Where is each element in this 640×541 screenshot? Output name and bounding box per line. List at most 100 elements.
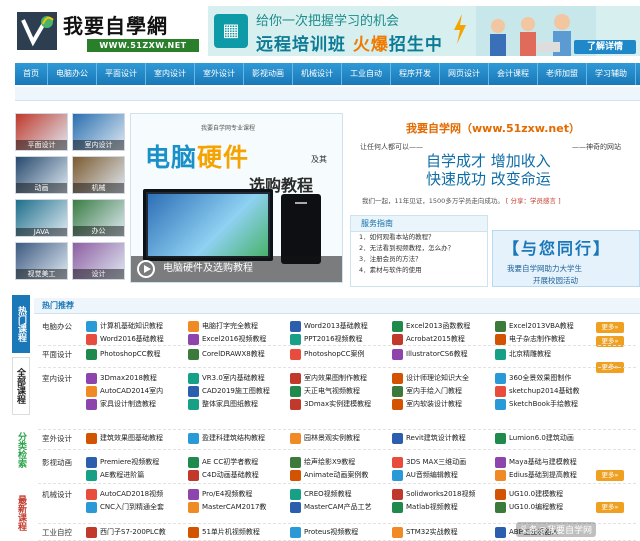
course-link[interactable]: 天正电气视频教程: [290, 385, 360, 397]
course-link[interactable]: 盈建科建筑结构教程: [188, 432, 265, 444]
course-link[interactable]: VR3.0室内基础教程: [188, 372, 265, 384]
course-link[interactable]: CNC入门到精通全套: [86, 501, 164, 513]
category-thumbnail[interactable]: 视觉美工: [15, 242, 68, 280]
course-link[interactable]: 计算机基础知识教程: [86, 320, 163, 332]
course-link[interactable]: 室内软装设计教程: [392, 398, 462, 410]
course-link[interactable]: Revit建筑设计教程: [392, 432, 466, 444]
course-link[interactable]: AE教程进阶篇: [86, 469, 144, 481]
course-link[interactable]: 绘声绘影X9教程: [290, 456, 355, 468]
service-item[interactable]: 3．注册会员的方法？: [351, 254, 487, 265]
category-thumbnail[interactable]: 平面设计: [15, 113, 68, 151]
service-item[interactable]: 2．无法看到视频教程，怎么办？: [351, 243, 487, 254]
course-link[interactable]: AU音频编辑教程: [392, 469, 458, 481]
course-link[interactable]: Solidworks2018视频: [392, 488, 475, 500]
nav-item[interactable]: 程序开发: [391, 63, 440, 85]
play-icon[interactable]: [137, 260, 155, 278]
course-link[interactable]: 室内效果图制作教程: [290, 372, 367, 384]
nav-item[interactable]: 影视动画: [244, 63, 293, 85]
course-link[interactable]: Word2016基础教程: [86, 333, 164, 345]
course-link[interactable]: Word2013基础教程: [290, 320, 368, 332]
course-link[interactable]: IllustratorCS6教程: [392, 348, 468, 360]
category-name[interactable]: 机械设计: [42, 489, 72, 500]
category-name[interactable]: 电脑办公: [42, 321, 72, 332]
course-link[interactable]: 电脑打字完全教程: [188, 320, 258, 332]
more-button[interactable]: 更多»: [596, 502, 624, 513]
course-link[interactable]: Maya基础与建模教程: [495, 456, 577, 468]
course-link[interactable]: 设计师理论知识大全: [392, 372, 469, 384]
site-logo[interactable]: 我要自學網 WWW.51ZXW.NET: [15, 8, 199, 54]
course-link[interactable]: 园林景观实例教程: [290, 432, 360, 444]
category-thumbnail[interactable]: 机械: [72, 156, 125, 194]
course-link[interactable]: Edius基础到提高教程: [495, 469, 577, 481]
course-link[interactable]: Acrobat2015教程: [392, 333, 465, 345]
nav-item[interactable]: 机械设计: [293, 63, 342, 85]
nav-item[interactable]: 工业自动: [342, 63, 391, 85]
course-link[interactable]: 3DS MAX三维动画: [392, 456, 466, 468]
nav-item[interactable]: 首页: [15, 63, 48, 85]
category-thumbnail[interactable]: 室内设计: [72, 113, 125, 151]
course-link[interactable]: Excel2013函数教程: [392, 320, 470, 332]
course-link[interactable]: Excel2016视频教程: [188, 333, 266, 345]
course-link[interactable]: AutoCAD2018视频: [86, 488, 163, 500]
course-link[interactable]: Excel2013VBA教程: [495, 320, 574, 332]
course-link[interactable]: UG10.0编程教程: [495, 501, 563, 513]
category-thumbnail[interactable]: JAVA: [15, 199, 68, 237]
course-link[interactable]: 电子杂志制作教程: [495, 333, 565, 345]
course-link[interactable]: 360全景效果图制作: [495, 372, 571, 384]
category-name[interactable]: 室外设计: [42, 433, 72, 444]
more-button[interactable]: 更多»: [596, 322, 624, 333]
tab-new-courses[interactable]: 最新课程: [12, 485, 30, 541]
course-link[interactable]: MasterCAM2017教: [188, 501, 266, 513]
course-link[interactable]: MasterCAM产品工艺: [290, 501, 372, 513]
course-link[interactable]: STM32实战教程: [392, 526, 458, 538]
training-banner[interactable]: ▦ 给你一次把握学习的机会 远程培训班 火爆招生中 了解详情: [208, 6, 640, 56]
nav-item[interactable]: 会计课程: [489, 63, 538, 85]
service-item[interactable]: 4．素材与软件的使用: [351, 265, 487, 276]
course-link[interactable]: Pro/E4视频教程: [188, 488, 252, 500]
course-link[interactable]: PPT2016视频教程: [290, 333, 363, 345]
category-name[interactable]: 平面设计: [42, 349, 72, 360]
course-link[interactable]: AE CC初学者教程: [188, 456, 258, 468]
course-link[interactable]: AutoCAD2014室内: [86, 385, 163, 397]
campus-activity-banner[interactable]: 【与您同行】 我要自学网助力大学生 开展校园活动: [492, 230, 640, 287]
course-link[interactable]: CorelDRAWX8教程: [188, 348, 265, 360]
category-name[interactable]: 影视动画: [42, 457, 72, 468]
more-button[interactable]: 更多»: [596, 470, 624, 481]
course-link[interactable]: 北京精雕教程: [495, 348, 551, 360]
course-link[interactable]: UG10.0建模教程: [495, 488, 563, 500]
course-link[interactable]: Matlab视频教程: [392, 501, 458, 513]
course-link[interactable]: CAD2019施工图教程: [188, 385, 270, 397]
testimonials-link[interactable]: [ 分享：学员感言 ]: [506, 197, 561, 205]
course-link[interactable]: SketchBook手绘教程: [495, 398, 578, 410]
course-link[interactable]: sketchup2014基础教: [495, 385, 579, 397]
course-link[interactable]: 51单片机视频教程: [188, 526, 260, 538]
category-thumbnail[interactable]: 动画: [15, 156, 68, 194]
course-link[interactable]: 整体家具图纸教程: [188, 398, 258, 410]
course-link[interactable]: 建筑效果图基础教程: [86, 432, 163, 444]
course-link[interactable]: Animate动画案例教: [290, 469, 368, 481]
course-link[interactable]: Lumion6.0建筑动画: [495, 432, 574, 444]
tab-category-search[interactable]: 分类检索: [12, 421, 30, 479]
nav-item[interactable]: 网页设计: [440, 63, 489, 85]
course-link[interactable]: 3Dmax2018教程: [86, 372, 157, 384]
promo-title[interactable]: 我要自学网（www.51zxw.net）: [406, 120, 580, 136]
nav-item[interactable]: 室内设计: [146, 63, 195, 85]
category-thumbnail[interactable]: 办公: [72, 199, 125, 237]
nav-item[interactable]: 平面设计: [97, 63, 146, 85]
course-link[interactable]: 西门子S7-200PLC教: [86, 526, 166, 538]
nav-item[interactable]: 电脑办公: [48, 63, 97, 85]
course-link[interactable]: 室内手绘入门教程: [392, 385, 462, 397]
course-link[interactable]: C4D动画基础教程: [188, 469, 259, 481]
course-link[interactable]: Premiere视频教程: [86, 456, 159, 468]
course-link[interactable]: 3Dmax实例建模教程: [290, 398, 371, 410]
featured-slide[interactable]: 我要自学网专业课程 电脑硬件 及其 选购教程 电脑硬件及选购教程: [130, 113, 343, 283]
category-name[interactable]: 室内设计: [42, 373, 72, 384]
service-item[interactable]: 1．如何观看本站的教程？: [351, 232, 487, 243]
tab-all-courses[interactable]: 全部课程: [12, 357, 30, 415]
category-thumbnail[interactable]: 设计: [72, 242, 125, 280]
course-link[interactable]: 家具设计制造教程: [86, 398, 156, 410]
learn-more-button[interactable]: 了解详情: [574, 40, 636, 54]
tab-hot-courses[interactable]: 热门课程: [12, 295, 30, 353]
course-link[interactable]: CREO视频教程: [290, 488, 352, 500]
course-link[interactable]: PhotoshopCC教程: [86, 348, 161, 360]
